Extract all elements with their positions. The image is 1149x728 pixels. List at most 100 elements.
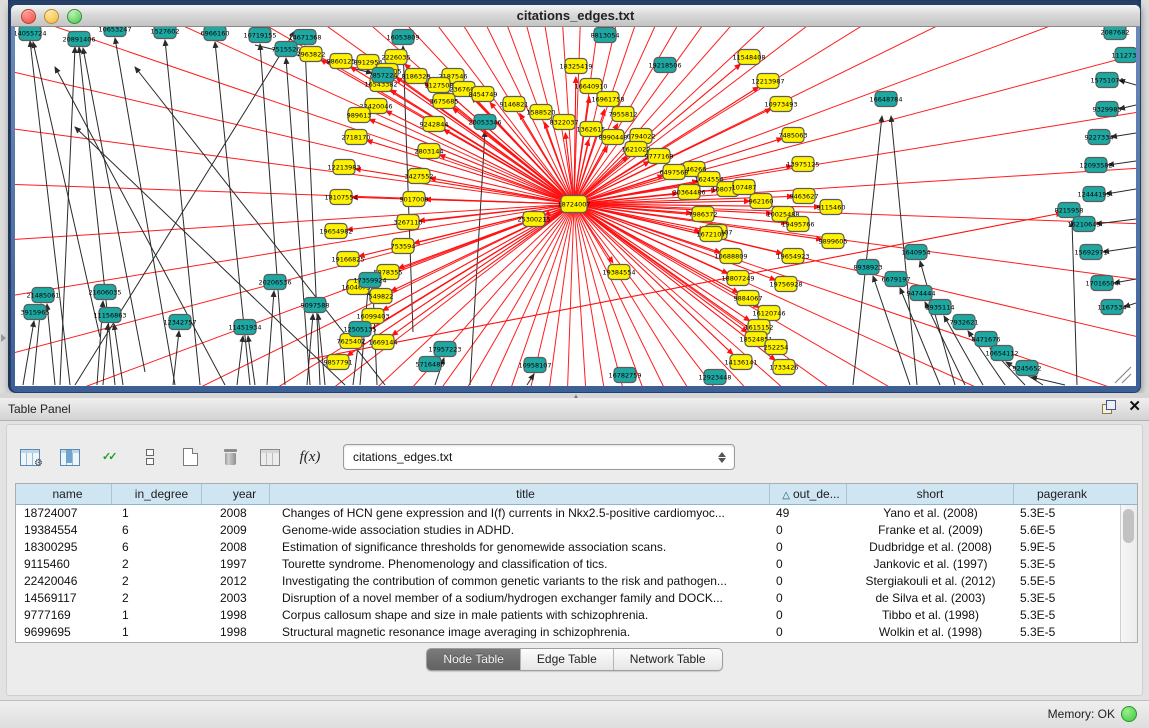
network-node[interactable]: 9115460 <box>817 200 846 215</box>
network-node[interactable]: 19654982 <box>319 224 352 239</box>
column-header-year[interactable]: year <box>202 484 270 504</box>
network-node[interactable]: 16053809 <box>386 30 419 45</box>
network-node[interactable]: 7857224 <box>369 68 398 83</box>
network-node[interactable]: 20206536 <box>258 275 291 290</box>
network-node[interactable]: 753594 <box>391 239 416 254</box>
network-node[interactable]: 989613 <box>347 108 372 123</box>
network-node[interactable]: 107487 <box>732 180 757 195</box>
network-node[interactable]: 9860125 <box>327 54 356 69</box>
network-node[interactable]: 15751074 <box>1090 73 1123 88</box>
network-node[interactable]: 12213987 <box>751 74 784 89</box>
network-node[interactable]: 18107554 <box>324 190 357 205</box>
network-node[interactable]: 12342757 <box>163 315 196 330</box>
network-window-titlebar[interactable]: citations_edges.txt <box>11 5 1140 27</box>
network-node[interactable]: 3675685 <box>430 94 459 109</box>
float-window-icon[interactable] <box>1102 400 1116 414</box>
network-node[interactable]: 16782759 <box>608 368 641 383</box>
table-vertical-scrollbar[interactable] <box>1120 505 1137 642</box>
network-node[interactable]: 14136141 <box>724 355 757 370</box>
network-node[interactable]: 9899605 <box>819 234 848 249</box>
import-table-button[interactable] <box>257 444 283 470</box>
table-row[interactable]: 969969511998Structural magnetic resonanc… <box>16 624 1121 641</box>
tab-edge-table[interactable]: Edge Table <box>521 649 614 670</box>
network-node[interactable]: 9146821 <box>500 97 529 112</box>
tab-network-table[interactable]: Network Table <box>614 649 722 670</box>
column-header-out-degree[interactable]: △out_de... <box>770 484 847 504</box>
delete-attribute-button[interactable] <box>217 444 243 470</box>
rows-button[interactable] <box>137 444 163 470</box>
collapsed-splitter-arrow-icon[interactable] <box>1 334 6 342</box>
network-node[interactable]: 20053346 <box>468 115 501 130</box>
network-node[interactable]: 15692971 <box>1074 245 1107 260</box>
network-node[interactable]: 549822 <box>369 289 394 304</box>
network-node[interactable]: 3427552 <box>405 169 434 184</box>
network-node[interactable]: 7515526 <box>272 42 301 57</box>
network-node[interactable]: 12923448 <box>698 370 731 385</box>
table-row[interactable]: 1830029562008Estimation of significance … <box>16 539 1121 556</box>
network-graph-svg[interactable]: 9860125891295422260359127505165433828186… <box>15 27 1136 386</box>
network-node[interactable]: 3915965 <box>21 305 50 320</box>
table-row[interactable]: 1456911722003Disruption of a novel membe… <box>16 590 1121 607</box>
resize-grip-icon[interactable] <box>1115 367 1131 383</box>
network-node[interactable]: 7986372 <box>689 207 718 222</box>
network-node[interactable]: 1672107 <box>697 227 726 242</box>
table-row[interactable]: 2242004622012Investigating the contribut… <box>16 573 1121 590</box>
network-node[interactable]: 9227334 <box>1085 130 1114 145</box>
network-node[interactable]: 1733426 <box>770 360 799 375</box>
network-node[interactable]: 13975125 <box>786 157 819 172</box>
function-builder-button[interactable]: f(x) <box>297 444 323 470</box>
network-node[interactable]: 9777169 <box>645 149 674 164</box>
network-node[interactable]: 16648784 <box>869 92 902 107</box>
network-node[interactable]: 9097588 <box>301 298 330 313</box>
network-node[interactable]: 1527602 <box>151 27 180 39</box>
network-node[interactable]: 8471676 <box>972 332 1001 347</box>
network-node[interactable]: 2718170 <box>342 130 371 145</box>
table-row[interactable]: 946554611997Estimation of the future num… <box>16 641 1121 642</box>
network-node[interactable]: 1669144 <box>369 335 398 350</box>
new-attribute-button[interactable] <box>177 444 203 470</box>
network-node[interactable]: 7955812 <box>609 107 638 122</box>
memory-status-icon[interactable] <box>1121 706 1137 722</box>
network-node[interactable]: 16120746 <box>752 306 785 321</box>
network-node[interactable]: 8938923 <box>854 260 883 275</box>
network-node[interactable]: 19218506 <box>648 58 681 73</box>
network-node[interactable]: 19166825 <box>331 252 364 267</box>
network-node[interactable]: 962160 <box>749 194 774 209</box>
table-row[interactable]: 911546021997Tourette syndrome. Phenomeno… <box>16 556 1121 573</box>
network-node[interactable]: 9245652 <box>1013 361 1042 376</box>
network-node[interactable]: 252254 <box>764 340 789 355</box>
column-header-short[interactable]: short <box>847 484 1014 504</box>
network-node[interactable]: 8813054 <box>591 28 620 43</box>
network-node[interactable]: 21485061 <box>26 288 59 303</box>
network-node[interactable]: 3267110 <box>394 215 423 230</box>
table-settings-button[interactable]: ⚙ <box>17 444 43 470</box>
network-node[interactable]: 1588520 <box>527 105 556 120</box>
table-row[interactable]: 1872400712008Changes of HCN gene express… <box>16 505 1121 522</box>
network-node[interactable]: 19654923 <box>776 249 809 264</box>
column-header-in-degree[interactable]: in_degree <box>112 484 202 504</box>
network-node[interactable]: 1112734 <box>1112 48 1136 63</box>
network-node[interactable]: 9242844 <box>420 117 449 132</box>
network-node[interactable]: 5716485 <box>416 357 445 372</box>
network-node[interactable]: 12213983 <box>327 160 360 175</box>
network-node[interactable]: 11451934 <box>228 320 261 335</box>
table-selector-dropdown[interactable]: citations_edges.txt <box>343 444 735 470</box>
network-node[interactable]: 8454749 <box>469 87 498 102</box>
network-node[interactable]: 18724007 <box>557 196 590 213</box>
network-node[interactable]: 2803144 <box>415 144 444 159</box>
dropdown-stepper-icon[interactable] <box>714 452 730 463</box>
network-node[interactable]: 9017008 <box>400 192 429 207</box>
network-node[interactable]: 8215958 <box>1055 203 1084 218</box>
network-node[interactable]: 9329985 <box>1093 102 1122 117</box>
network-node[interactable]: 20891406 <box>62 32 95 47</box>
network-node[interactable]: 17957223 <box>428 342 461 357</box>
network-node[interactable]: 7963822 <box>297 47 326 62</box>
network-node[interactable]: 17016504 <box>1085 276 1118 291</box>
network-node[interactable]: 6966160 <box>201 27 230 41</box>
network-node[interactable]: 7485063 <box>779 128 808 143</box>
network-node[interactable]: 6679197 <box>882 272 911 287</box>
network-node[interactable]: 9857791 <box>324 355 353 370</box>
table-row[interactable]: 977716911998Corpus callosum shape and si… <box>16 607 1121 624</box>
column-header-title[interactable]: title <box>270 484 770 504</box>
network-node[interactable]: 2226035 <box>382 50 411 65</box>
